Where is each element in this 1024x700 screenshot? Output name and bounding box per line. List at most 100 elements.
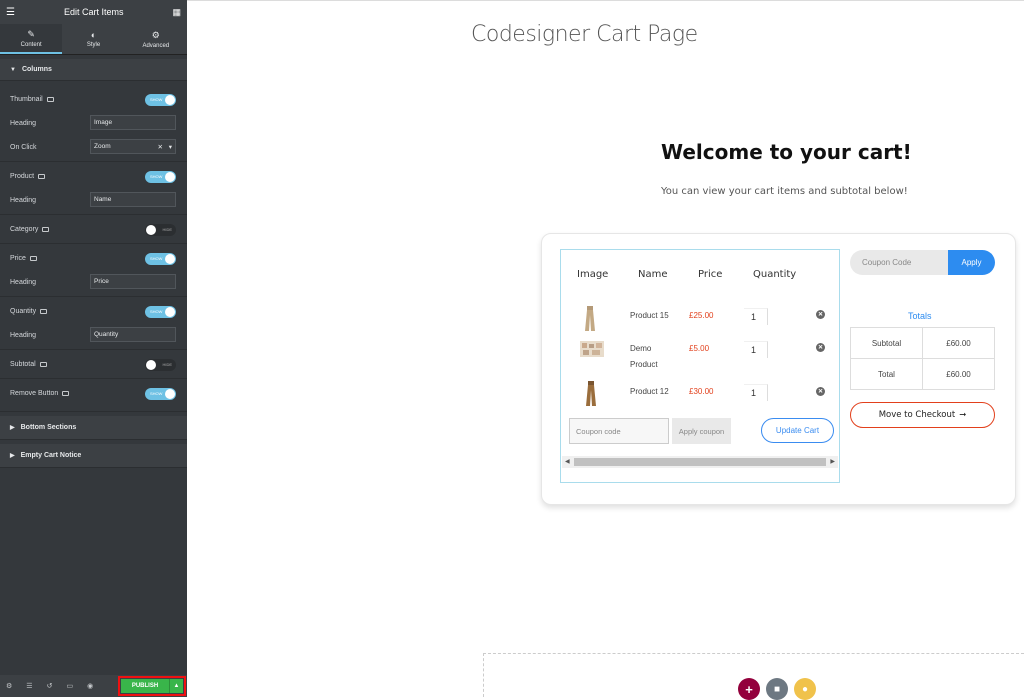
product-name[interactable]: Demo Product xyxy=(630,341,674,373)
hamburger-menu-icon[interactable]: ☰ xyxy=(6,7,15,18)
page-canvas: Codesigner Cart Page Welcome to your car… xyxy=(187,0,1024,700)
move-to-checkout-button[interactable]: Move to Checkout ➞ xyxy=(850,402,995,428)
tab-content[interactable]: ✎ Content xyxy=(0,24,63,54)
panel-bottombar: ⚙ ☰ ↺ ▭ ◉ PUBLISH ▲ xyxy=(0,675,187,697)
coupon-code-input[interactable]: Coupon Code xyxy=(850,250,948,275)
product-thumbnail[interactable] xyxy=(585,381,597,407)
col-header-name: Name xyxy=(638,269,668,280)
grid-apps-icon[interactable]: ▦ xyxy=(172,7,181,18)
price-heading-input[interactable]: Price xyxy=(90,274,176,289)
quantity-input[interactable]: 1 xyxy=(744,341,768,358)
welcome-heading: Welcome to your cart! xyxy=(661,140,912,164)
scroll-right-icon[interactable]: ▶ xyxy=(830,458,835,465)
remove-button-toggle[interactable]: SHOW xyxy=(145,388,176,400)
product-thumbnail[interactable] xyxy=(580,341,604,357)
remove-item-icon[interactable]: ✕ xyxy=(816,310,825,319)
on-click-value: Zoom xyxy=(94,143,111,150)
remove-item-icon[interactable]: ✕ xyxy=(816,343,825,352)
price-toggle[interactable]: SHOW xyxy=(145,253,176,265)
table-row: Subtotal £60.00 xyxy=(850,327,995,359)
quantity-toggle[interactable]: SHOW xyxy=(145,306,176,318)
product-row: Product SHOW xyxy=(0,164,187,188)
desktop-icon xyxy=(62,390,70,396)
scroll-left-icon[interactable]: ◀ xyxy=(565,458,570,465)
cart-table xyxy=(560,249,840,483)
quantity-heading-input[interactable]: Quantity xyxy=(90,327,176,342)
quantity-label: Quantity xyxy=(10,307,37,315)
on-click-select[interactable]: Zoom ✕ ▾ xyxy=(90,139,176,154)
page-title: Codesigner Cart Page xyxy=(471,22,698,47)
product-thumbnail[interactable] xyxy=(584,306,596,332)
apply-coupon-button[interactable]: Apply coupon xyxy=(672,418,731,444)
col-header-price: Price xyxy=(698,269,723,280)
product-heading-input[interactable]: Name xyxy=(90,192,176,207)
category-toggle[interactable]: HIDE xyxy=(145,224,176,236)
toggle-text: SHOW xyxy=(150,309,163,314)
toggle-text: HIDE xyxy=(162,362,172,367)
quantity-input[interactable]: 1 xyxy=(744,308,768,325)
thumbnail-row: Thumbnail SHOW xyxy=(0,87,187,111)
remove-button-label: Remove Button xyxy=(10,389,59,397)
thumbnail-toggle[interactable]: SHOW xyxy=(145,94,176,106)
settings-icon[interactable]: ⚙ xyxy=(6,682,12,690)
panel-tabs: ✎ Content ◐ Style ⚙ Advanced xyxy=(0,24,187,55)
layers-icon[interactable]: ☰ xyxy=(26,682,32,690)
responsive-icon[interactable]: ▭ xyxy=(66,682,73,690)
price-group: Price SHOW Heading Price xyxy=(0,244,187,297)
product-group: Product SHOW Heading Name xyxy=(0,162,187,215)
desktop-icon xyxy=(29,255,37,261)
half-circle-icon: ◐ xyxy=(90,30,97,40)
quantity-group: Quantity SHOW Heading Quantity xyxy=(0,297,187,350)
tab-style[interactable]: ◐ Style xyxy=(62,24,124,54)
preview-eye-icon[interactable]: ◉ xyxy=(87,682,93,690)
section-bottom-sections[interactable]: ▶ Bottom Sections xyxy=(0,416,187,440)
canvas-top-border xyxy=(187,0,1024,1)
on-click-label: On Click xyxy=(10,143,37,151)
on-click-row: On Click Zoom ✕ ▾ xyxy=(0,135,187,159)
desktop-icon xyxy=(38,173,46,179)
table-row: Total £60.00 xyxy=(850,358,995,390)
gear-icon: ⚙ xyxy=(151,29,160,40)
totals-table: Subtotal £60.00 Total £60.00 xyxy=(850,327,995,390)
price-row: Price SHOW xyxy=(0,246,187,270)
desktop-icon xyxy=(39,361,47,367)
product-name[interactable]: Product 15 xyxy=(630,308,674,324)
product-heading-row: Heading Name xyxy=(0,188,187,212)
total-value: £60.00 xyxy=(922,358,995,390)
tab-advanced-label: Advanced xyxy=(142,42,170,49)
subtotal-group: Subtotal HIDE xyxy=(0,350,187,379)
product-name[interactable]: Product 12 xyxy=(630,384,674,400)
update-cart-button[interactable]: Update Cart xyxy=(761,418,834,443)
caret-right-icon: ▶ xyxy=(10,453,15,459)
tab-advanced[interactable]: ⚙ Advanced xyxy=(125,24,187,54)
clear-icon[interactable]: ✕ xyxy=(158,143,163,151)
remove-button-group: Remove Button SHOW xyxy=(0,379,187,412)
price-heading-row: Heading Price xyxy=(0,270,187,294)
section-empty-cart-notice-label: Empty Cart Notice xyxy=(20,452,82,459)
toggle-text: SHOW xyxy=(150,97,163,102)
section-columns[interactable]: ▼ Columns xyxy=(0,59,187,81)
history-icon[interactable]: ↺ xyxy=(47,682,53,690)
arrow-right-icon: ➞ xyxy=(959,410,967,420)
subtotal-toggle[interactable]: HIDE xyxy=(145,359,176,371)
section-empty-cart-notice[interactable]: ▶ Empty Cart Notice xyxy=(0,444,187,468)
apply-button[interactable]: Apply xyxy=(948,250,995,275)
product-price: £30.00 xyxy=(689,387,714,396)
pencil-icon: ✎ xyxy=(27,28,35,39)
publish-options-caret-icon[interactable]: ▲ xyxy=(169,679,183,693)
welcome-subtitle: You can view your cart items and subtota… xyxy=(661,186,908,197)
toggle-text: SHOW xyxy=(150,174,163,179)
product-toggle[interactable]: SHOW xyxy=(145,171,176,183)
publish-button[interactable]: PUBLISH xyxy=(121,679,169,693)
quantity-input[interactable]: 1 xyxy=(744,384,768,401)
section-columns-label: Columns xyxy=(21,66,52,73)
scrollbar-thumb[interactable] xyxy=(574,458,826,466)
thumbnail-heading-input[interactable]: Image xyxy=(90,115,176,130)
coupon-input[interactable]: Coupon code xyxy=(569,418,669,444)
product-price: £5.00 xyxy=(689,344,710,353)
remove-item-icon[interactable]: ✕ xyxy=(816,387,825,396)
quantity-row: Quantity SHOW xyxy=(0,299,187,323)
caret-down-icon: ▼ xyxy=(10,66,16,73)
product-label: Product xyxy=(10,172,35,180)
horizontal-scrollbar[interactable]: ◀ ▶ xyxy=(562,456,838,468)
